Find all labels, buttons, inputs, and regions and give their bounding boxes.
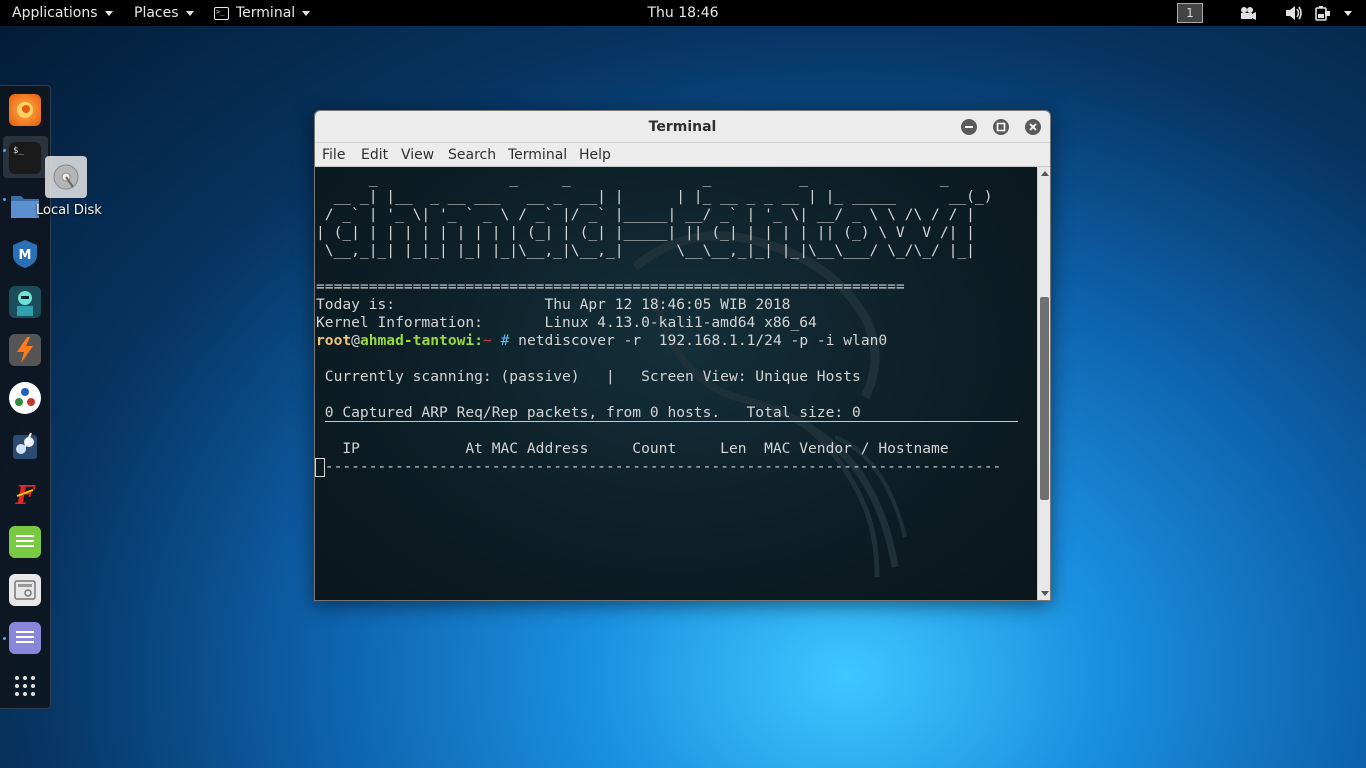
menu-terminal[interactable]: Terminal xyxy=(508,143,567,167)
desktop-local-disk[interactable]: Local Disk xyxy=(36,156,106,218)
text-cursor xyxy=(315,458,325,477)
workspace-number: 1 xyxy=(1186,6,1194,20)
scroll-thumb[interactable] xyxy=(1040,297,1049,500)
terminal-window: Terminal File Edit View Search Terminal … xyxy=(314,110,1051,601)
menu-edit[interactable]: Edit xyxy=(361,143,388,167)
terminal-text: _ _ _ _ _ _ __ _| |__ _ __ ___ __ _ __| … xyxy=(316,170,1036,476)
menu-file[interactable]: File xyxy=(322,143,345,167)
menu-search[interactable]: Search xyxy=(448,143,496,167)
metasploit-icon[interactable]: M xyxy=(9,238,41,270)
workspace-indicator[interactable]: 1 xyxy=(1177,3,1203,23)
minimize-icon xyxy=(965,126,973,128)
table-dash-line: ----------------------------------------… xyxy=(316,458,1002,475)
minimize-button[interactable] xyxy=(961,119,977,135)
kernel-label: Kernel Information: xyxy=(316,314,483,331)
banner-line: __ _| |__ _ __ ___ __ _ __| | | |_ __ _ … xyxy=(316,188,993,205)
banner-line: \__,_|_| |_|_| |_| |_|\__,_|\__,_| \__\_… xyxy=(316,242,975,259)
prompt-user: root xyxy=(316,332,352,349)
terminal-scrollbar[interactable] xyxy=(1037,167,1050,600)
faraday-icon[interactable]: F xyxy=(9,478,41,510)
armitage-icon[interactable] xyxy=(9,286,41,318)
hard-disk-icon xyxy=(45,156,87,198)
chevron-down-icon xyxy=(185,10,194,16)
firefox-icon[interactable] xyxy=(9,94,41,126)
today-value: Thu Apr 12 18:46:05 WIB 2018 xyxy=(544,296,791,313)
maltego-icon[interactable] xyxy=(9,382,41,414)
leafpad-icon[interactable] xyxy=(9,526,41,558)
terminal-output[interactable]: _ _ _ _ _ _ __ _| |__ _ __ ___ __ _ __| … xyxy=(315,167,1037,600)
banner-line: _ _ _ _ _ _ xyxy=(316,170,949,187)
terminal-app-menu[interactable]: >_ Terminal xyxy=(214,0,311,26)
prompt-host: ahmad-tantowi xyxy=(359,332,475,349)
terminal-app-label: Terminal xyxy=(236,5,296,21)
chevron-down-icon xyxy=(302,10,311,16)
window-title: Terminal xyxy=(648,119,717,135)
places-label: Places xyxy=(134,5,179,21)
menu-help[interactable]: Help xyxy=(579,143,611,167)
places-menu[interactable]: Places xyxy=(134,0,194,26)
kernel-value: Linux 4.13.0-kali1-amd64 x86_64 xyxy=(544,314,817,331)
applications-label: Applications xyxy=(12,5,98,21)
running-indicator xyxy=(3,149,6,152)
running-indicator xyxy=(3,198,6,201)
cutycapt-icon[interactable] xyxy=(9,574,41,606)
window-menubar: File Edit View Search Terminal Help xyxy=(315,143,1050,167)
clock[interactable]: Thu 18:46 xyxy=(0,0,1366,26)
battery-icon[interactable] xyxy=(1314,5,1330,21)
captured-packets-line: 0 Captured ARP Req/Rep packets, from 0 h… xyxy=(316,404,861,421)
terminal-icon: >_ xyxy=(214,6,229,20)
clock-label: Thu 18:46 xyxy=(647,5,719,21)
chevron-down-icon xyxy=(104,10,113,16)
running-indicator xyxy=(3,637,6,640)
close-button[interactable] xyxy=(1025,119,1041,135)
maximize-icon xyxy=(996,122,1006,132)
beef-icon[interactable] xyxy=(9,430,41,462)
window-titlebar[interactable]: Terminal xyxy=(315,111,1050,143)
table-top-rule xyxy=(325,421,1018,422)
banner-line: / _` | '_ \| '_ ` _ \ / _` |/ _` |_____|… xyxy=(316,206,975,223)
burpsuite-icon[interactable] xyxy=(9,334,41,366)
prompt-separator: : xyxy=(474,332,483,349)
scroll-down-icon[interactable] xyxy=(1041,591,1049,596)
show-apps-icon[interactable] xyxy=(9,670,41,702)
command-text: netdiscover -r 192.168.1.1/24 -p -i wlan… xyxy=(518,332,888,349)
prompt-at: @ xyxy=(351,332,360,349)
scan-status-line: Currently scanning: (passive) | Screen V… xyxy=(316,368,861,385)
separator-rule: ========================================… xyxy=(316,278,905,295)
maximize-button[interactable] xyxy=(993,119,1009,135)
volume-icon[interactable] xyxy=(1285,5,1303,21)
local-disk-label: Local Disk xyxy=(36,203,102,218)
svg-text:F: F xyxy=(15,481,36,508)
gedit-icon[interactable] xyxy=(9,622,41,654)
top-panel: Applications Places >_ Terminal Thu 18:4… xyxy=(0,0,1366,26)
applications-menu[interactable]: Applications xyxy=(12,0,113,26)
video-camera-icon[interactable] xyxy=(1239,5,1257,21)
prompt-path: ~ xyxy=(482,332,492,349)
banner-line: | (_| | | | | | | | | | (_| | (_| |_____… xyxy=(316,224,975,241)
system-menu-chevron-icon[interactable] xyxy=(1344,11,1352,16)
scroll-up-icon[interactable] xyxy=(1041,171,1049,176)
menu-view[interactable]: View xyxy=(401,143,434,167)
today-label: Today is: xyxy=(316,296,396,313)
close-icon xyxy=(1029,123,1037,131)
prompt-symbol: # xyxy=(500,332,510,349)
svg-text:M: M xyxy=(19,248,32,263)
table-header-line: IP At MAC Address Count Len MAC Vendor /… xyxy=(316,440,949,457)
